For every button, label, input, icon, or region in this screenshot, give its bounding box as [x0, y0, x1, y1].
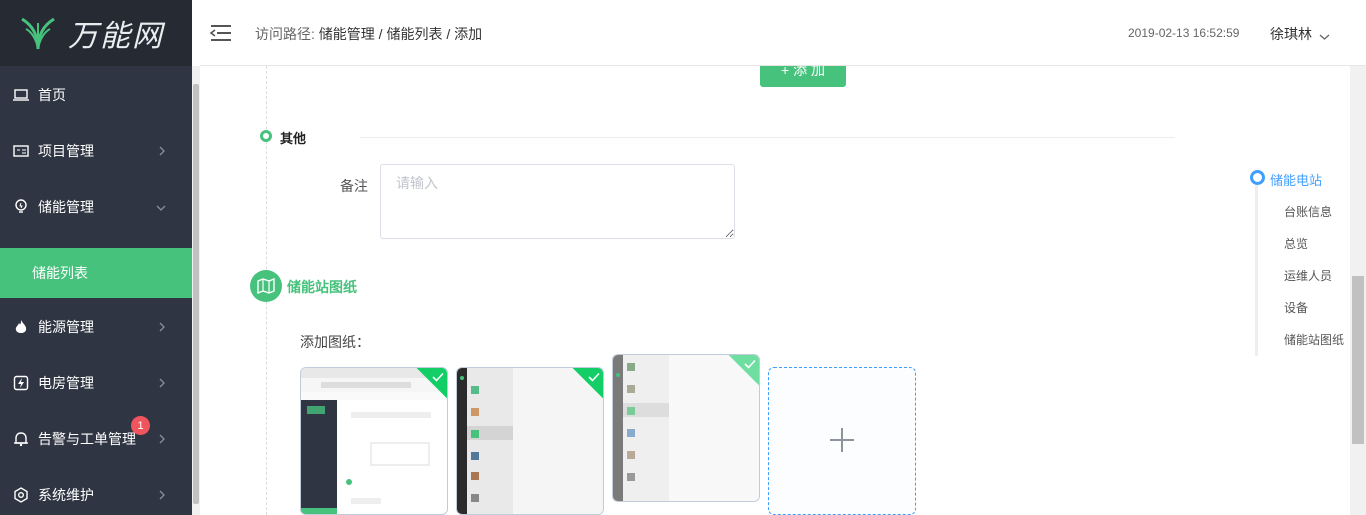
user-menu[interactable]: 徐琪林	[1270, 24, 1312, 44]
bolt-icon	[12, 374, 30, 392]
plus-icon	[829, 427, 855, 456]
screenshot-thumbnail-image	[613, 355, 759, 501]
section-title-other: 其他	[280, 131, 307, 146]
map-icon	[250, 270, 282, 302]
breadcrumb-item-list[interactable]: 储能列表	[386, 26, 442, 42]
anchor-link-staff[interactable]: 运维人员	[1284, 267, 1332, 284]
drawing-thumbnail[interactable]	[456, 367, 604, 515]
section-title-drawings: 储能站图纸	[287, 279, 357, 295]
breadcrumb-separator: /	[446, 26, 451, 42]
menu-item-storage[interactable]: 储能管理	[0, 179, 192, 235]
anchor-link-devices[interactable]: 设备	[1284, 299, 1308, 316]
scrollbar-thumb[interactable]	[1352, 276, 1364, 444]
check-icon	[432, 369, 444, 385]
check-icon	[588, 369, 600, 385]
logo[interactable]: 万能网	[0, 0, 192, 66]
anchor-nav: 储能电站 台账信息 总览 运维人员 设备 储能站图纸	[1250, 166, 1350, 356]
anchor-link-ledger[interactable]: 台账信息	[1284, 203, 1332, 220]
chevron-down-icon[interactable]	[1319, 28, 1330, 44]
chevron-down-icon	[156, 199, 166, 215]
timeline-dot	[260, 130, 272, 142]
menu-label: 储能管理	[38, 199, 94, 215]
menu-item-alarms[interactable]: 告警与工单管理	[0, 411, 192, 467]
scrollbar-thumb[interactable]	[193, 84, 199, 504]
collapse-menu-icon[interactable]	[209, 24, 232, 45]
remark-input[interactable]	[380, 164, 735, 239]
chevron-right-icon	[158, 431, 166, 447]
menu-label: 储能列表	[32, 265, 88, 281]
bulb-icon	[12, 198, 30, 216]
gear-icon	[12, 486, 30, 504]
drawing-thumbnail[interactable]	[612, 354, 760, 502]
sidebar: 万能网 首页 项目管理 储能管理 储能列表 能源管理 电房管理 告警与工单管理 …	[0, 0, 192, 515]
bell-icon	[12, 430, 30, 448]
drawing-thumbnail[interactable]	[300, 367, 448, 515]
menu-item-power-room[interactable]: 电房管理	[0, 355, 192, 411]
menu-label: 能源管理	[38, 319, 94, 335]
flame-icon	[12, 318, 30, 336]
menu-label: 系统维护	[38, 487, 94, 503]
breadcrumb: 访问路径: 储能管理 / 储能列表 / 添加	[255, 24, 482, 44]
page-scrollbar[interactable]	[1350, 66, 1366, 515]
chevron-right-icon	[158, 319, 166, 335]
menu-label: 项目管理	[38, 143, 94, 159]
add-button[interactable]: + 添 加	[760, 66, 846, 87]
chevron-right-icon	[158, 143, 166, 159]
add-drawing-label: 添加图纸：	[300, 334, 370, 350]
anchor-link-overview[interactable]: 总览	[1284, 235, 1308, 252]
breadcrumb-item-add: 添加	[454, 26, 483, 42]
id-card-icon	[12, 142, 30, 160]
chevron-right-icon	[158, 487, 166, 503]
anchor-link-drawings[interactable]: 储能站图纸	[1284, 331, 1344, 348]
upload-drawing-button[interactable]	[768, 367, 916, 515]
breadcrumb-separator: /	[378, 26, 383, 42]
sidebar-scrollbar[interactable]	[192, 66, 200, 515]
divider	[360, 137, 1175, 138]
anchor-active-dot	[1250, 170, 1265, 185]
remark-label: 备注	[340, 178, 368, 194]
main-content: + 添 加 其他 备注 储能站图纸 添加图纸：	[200, 66, 1350, 515]
menu-item-storage-list[interactable]: 储能列表	[0, 248, 192, 298]
menu-label: 电房管理	[38, 375, 94, 391]
breadcrumb-item-storage[interactable]: 储能管理	[319, 26, 375, 42]
check-icon	[744, 356, 756, 372]
logo-icon	[21, 17, 55, 50]
laptop-icon	[12, 86, 30, 104]
alarm-count-badge: 1	[131, 416, 150, 435]
menu-label: 首页	[38, 87, 66, 103]
anchor-rail	[1255, 178, 1258, 356]
chevron-right-icon	[158, 375, 166, 391]
screenshot-thumbnail-image	[301, 368, 447, 514]
screenshot-thumbnail-image	[457, 368, 603, 514]
breadcrumb-prefix: 访问路径:	[255, 26, 315, 42]
current-time: 2019-02-13 16:52:59	[1128, 26, 1240, 40]
header: 访问路径: 储能管理 / 储能列表 / 添加 2019-02-13 16:52:…	[200, 0, 1366, 66]
menu-item-energy[interactable]: 能源管理	[0, 299, 192, 355]
brand-name: 万能网	[68, 20, 164, 53]
menu-item-projects[interactable]: 项目管理	[0, 123, 192, 179]
menu-label: 告警与工单管理	[38, 431, 136, 447]
anchor-link-station[interactable]: 储能电站	[1270, 170, 1322, 189]
menu-item-maintenance[interactable]: 系统维护	[0, 467, 192, 515]
menu-item-home[interactable]: 首页	[0, 67, 192, 123]
